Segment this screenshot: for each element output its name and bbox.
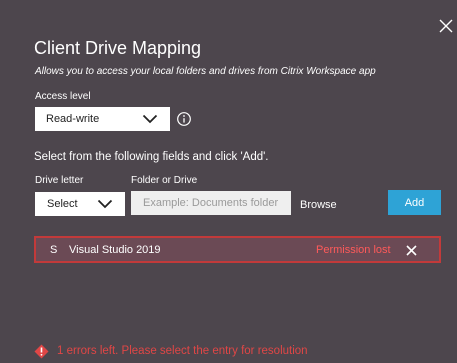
chevron-down-icon: [97, 199, 113, 209]
entry-folder-name: Visual Studio 2019: [69, 244, 161, 256]
folder-input[interactable]: [131, 191, 291, 215]
error-text: 1 errors left. Please select the entry f…: [57, 345, 308, 357]
access-level-select[interactable]: Read-write: [35, 107, 170, 131]
entry-drive-letter: S: [50, 244, 58, 256]
drive-letter-label: Drive letter: [35, 175, 84, 186]
info-icon[interactable]: [176, 111, 192, 127]
drive-entry-row[interactable]: S Visual Studio 2019 Permission lost: [34, 236, 441, 263]
chevron-down-icon: [142, 114, 158, 124]
entry-status: Permission lost: [316, 244, 391, 256]
drive-letter-select[interactable]: Select: [35, 192, 125, 216]
access-level-value: Read-write: [46, 113, 100, 125]
dialog-title: Client Drive Mapping: [34, 38, 202, 58]
browse-link[interactable]: Browse: [300, 199, 337, 211]
remove-icon[interactable]: [406, 245, 417, 256]
add-button[interactable]: Add: [388, 190, 441, 215]
instruction-text: Select from the following fields and cli…: [34, 151, 269, 163]
access-level-label: Access level: [35, 91, 91, 102]
drive-letter-value: Select: [47, 198, 78, 210]
dialog-subtitle: Allows you to access your local folders …: [35, 66, 376, 77]
error-diamond-icon: [34, 344, 49, 359]
folder-label: Folder or Drive: [131, 175, 198, 186]
close-icon[interactable]: [438, 18, 454, 34]
